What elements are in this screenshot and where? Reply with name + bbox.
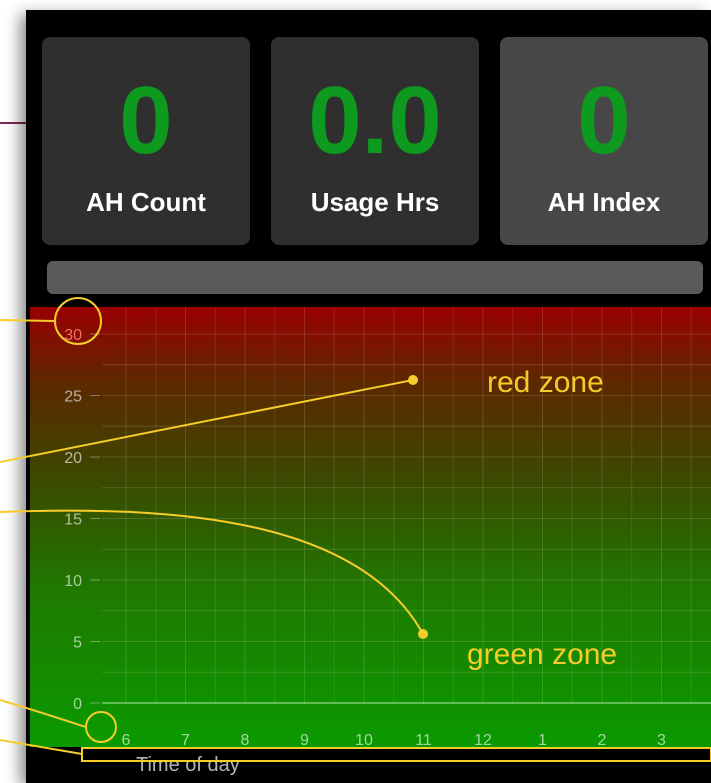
y-max-callout-circle (54, 297, 102, 345)
annotation-overlay: red zone green zone (0, 297, 711, 762)
green-zone-leader (0, 509, 424, 635)
green-zone-dot (418, 629, 428, 639)
red-zone-leader (0, 379, 414, 463)
x-start-callout-line (0, 699, 87, 728)
x-axis-callout-box (81, 747, 711, 762)
green-zone-label: green zone (467, 638, 617, 671)
x-start-callout-circle (85, 711, 117, 743)
y-max-callout-line (0, 319, 56, 322)
x-axis-callout-line (0, 739, 83, 755)
red-zone-label: red zone (487, 366, 604, 399)
red-zone-dot (408, 375, 418, 385)
